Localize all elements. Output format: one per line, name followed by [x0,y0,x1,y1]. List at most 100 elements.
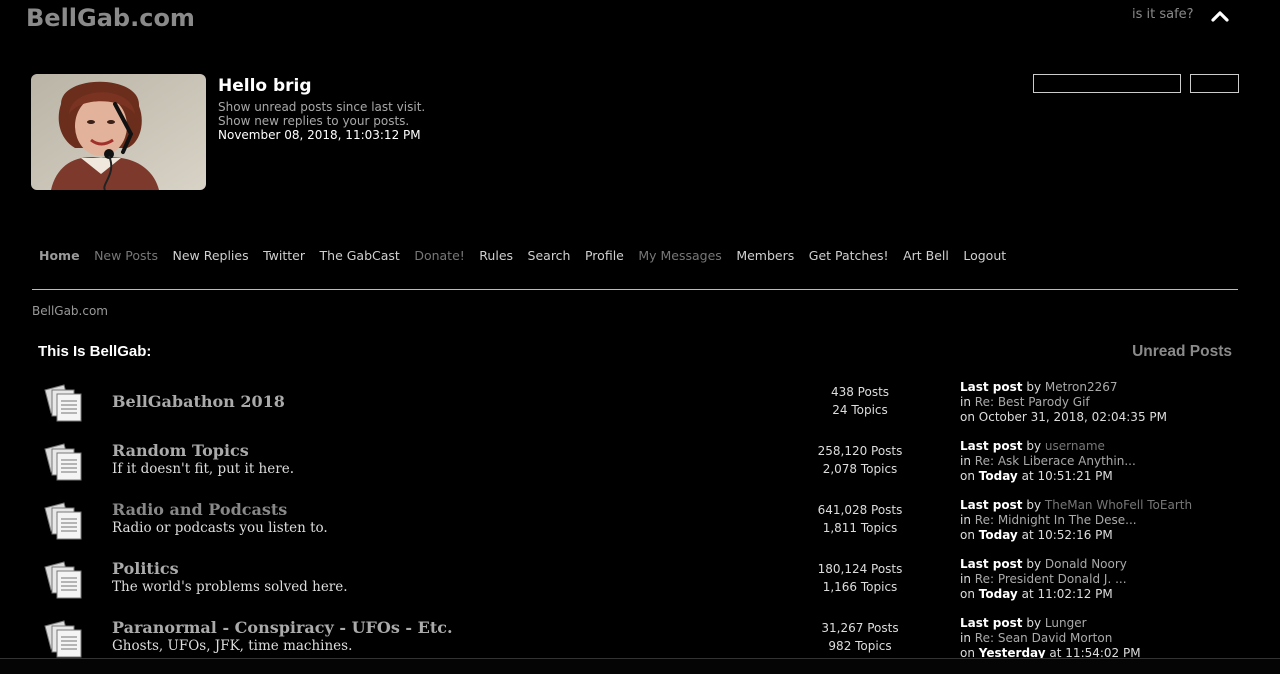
tagline: is it safe? [1132,7,1194,22]
nav-donate[interactable]: Donate! [414,248,464,263]
board-name[interactable]: Paranormal - Conspiracy - UFOs - Etc. [112,618,453,637]
board-last-post: Last post by Donald Noory in Re: Preside… [960,557,1127,602]
nav-home[interactable]: Home [39,248,80,263]
unread-posts-button[interactable]: Unread Posts [1132,343,1232,361]
by-label: by [1026,498,1042,512]
by-label: by [1026,380,1042,394]
nav-art-bell[interactable]: Art Bell [903,248,949,263]
last-post-topic[interactable]: Re: President Donald J. ... [975,572,1127,586]
nav-get-patches[interactable]: Get Patches! [809,248,889,263]
board-papers-icon [44,384,84,422]
nav-members[interactable]: Members [736,248,794,263]
last-post-author[interactable]: TheMan WhoFell ToEarth [1045,498,1192,512]
last-post-label: Last post [960,616,1023,630]
last-post-day: Today [978,469,1018,483]
last-post-author[interactable]: Metron2267 [1045,380,1118,394]
board-description: The world's problems solved here. [112,579,348,595]
nav-gabcast[interactable]: The GabCast [320,248,400,263]
avatar-image [31,74,206,190]
board-last-post: Last post by TheMan WhoFell ToEarth in R… [960,498,1192,543]
search-button[interactable] [1190,74,1239,93]
board-topics-count: 2,078 Topics [822,462,898,476]
last-post-label: Last post [960,557,1023,571]
by-label: by [1026,439,1042,453]
last-post-time: at 10:51:21 PM [1021,469,1113,483]
board-stats: 258,120 Posts 2,078 Topics [790,442,930,478]
on-label: on [960,469,975,483]
greeting: Hello brig [218,76,312,96]
in-label: in [960,631,971,645]
main-nav: Home New Posts New Replies Twitter The G… [39,248,1021,263]
board-name[interactable]: BellGabathon 2018 [112,392,285,411]
nav-rules[interactable]: Rules [479,248,513,263]
board-name[interactable]: Radio and Podcasts [112,500,287,519]
board-papers-icon [44,443,84,481]
board-last-post: Last post by Lunger in Re: Sean David Mo… [960,616,1141,661]
last-post-label: Last post [960,498,1023,512]
search-input[interactable] [1033,74,1181,93]
board-posts-count: 258,120 Posts [817,444,903,458]
last-post-author[interactable]: Donald Noory [1045,557,1127,571]
board-topics-count: 982 Topics [828,639,892,653]
board-topics-count: 1,811 Topics [822,521,898,535]
nav-logout[interactable]: Logout [963,248,1006,263]
board-topics-count: 24 Topics [832,403,888,417]
last-post-topic[interactable]: Re: Ask Liberace Anythin... [975,454,1136,468]
board-posts-count: 641,028 Posts [817,503,903,517]
site-title[interactable]: BellGab.com [26,4,195,32]
last-post-topic[interactable]: Re: Sean David Morton [975,631,1113,645]
last-post-day: Today [978,587,1018,601]
last-post-author[interactable]: Lunger [1045,616,1087,630]
board-posts-count: 438 Posts [830,385,890,399]
board-name[interactable]: Random Topics [112,441,249,460]
board-description: If it doesn't fit, put it here. [112,461,294,477]
board-papers-icon [44,620,84,658]
board-posts-count: 180,124 Posts [817,562,903,576]
last-post-author[interactable]: username [1045,439,1105,453]
last-post-label: Last post [960,380,1023,394]
nav-my-messages[interactable]: My Messages [638,248,721,263]
board-last-post: Last post by Metron2267 in Re: Best Paro… [960,380,1167,425]
on-label: on [960,528,975,542]
category-title[interactable]: This Is BellGab: [38,343,151,360]
on-label: on [960,587,975,601]
last-post-time: at 11:02:12 PM [1021,587,1113,601]
board-stats: 438 Posts 24 Topics [790,383,930,419]
in-label: in [960,395,971,409]
board-name[interactable]: Politics [112,559,179,578]
board-stats: 180,124 Posts 1,166 Topics [790,560,930,596]
board-row: Random Topics If it doesn't fit, put it … [0,439,1280,498]
last-post-time: October 31, 2018, 02:04:35 PM [978,410,1167,424]
board-last-post: Last post by username in Re: Ask Liberac… [960,439,1136,484]
nav-profile[interactable]: Profile [585,248,624,263]
board-row: BellGabathon 2018 438 Posts 24 Topics La… [0,380,1280,439]
in-label: in [960,513,971,527]
nav-search[interactable]: Search [528,248,571,263]
in-label: in [960,572,971,586]
last-post-label: Last post [960,439,1023,453]
by-label: by [1026,557,1042,571]
current-datetime: November 08, 2018, 11:03:12 PM [218,128,421,142]
bottom-bar [0,658,1280,674]
nav-twitter[interactable]: Twitter [263,248,305,263]
board-papers-icon [44,561,84,599]
board-topics-count: 1,166 Topics [822,580,898,594]
nav-new-replies[interactable]: New Replies [172,248,248,263]
on-label: on [960,410,975,424]
board-stats: 641,028 Posts 1,811 Topics [790,501,930,537]
last-post-topic[interactable]: Re: Best Parody Gif [975,395,1090,409]
unread-posts-link[interactable]: Show unread posts since last visit. [218,100,425,114]
chevron-up-icon [1211,11,1229,22]
new-replies-link[interactable]: Show new replies to your posts. [218,114,409,128]
nav-new-posts[interactable]: New Posts [94,248,158,263]
board-papers-icon [44,502,84,540]
collapse-header-button[interactable] [1210,8,1230,24]
last-post-topic[interactable]: Re: Midnight In The Dese... [975,513,1137,527]
avatar[interactable] [31,74,206,190]
board-description: Ghosts, UFOs, JFK, time machines. [112,638,353,654]
board-stats: 31,267 Posts 982 Topics [790,619,930,655]
breadcrumb[interactable]: BellGab.com [32,304,108,318]
board-row: Politics The world's problems solved her… [0,557,1280,616]
board-row: Radio and Podcasts Radio or podcasts you… [0,498,1280,557]
last-post-time: at 10:52:16 PM [1021,528,1113,542]
